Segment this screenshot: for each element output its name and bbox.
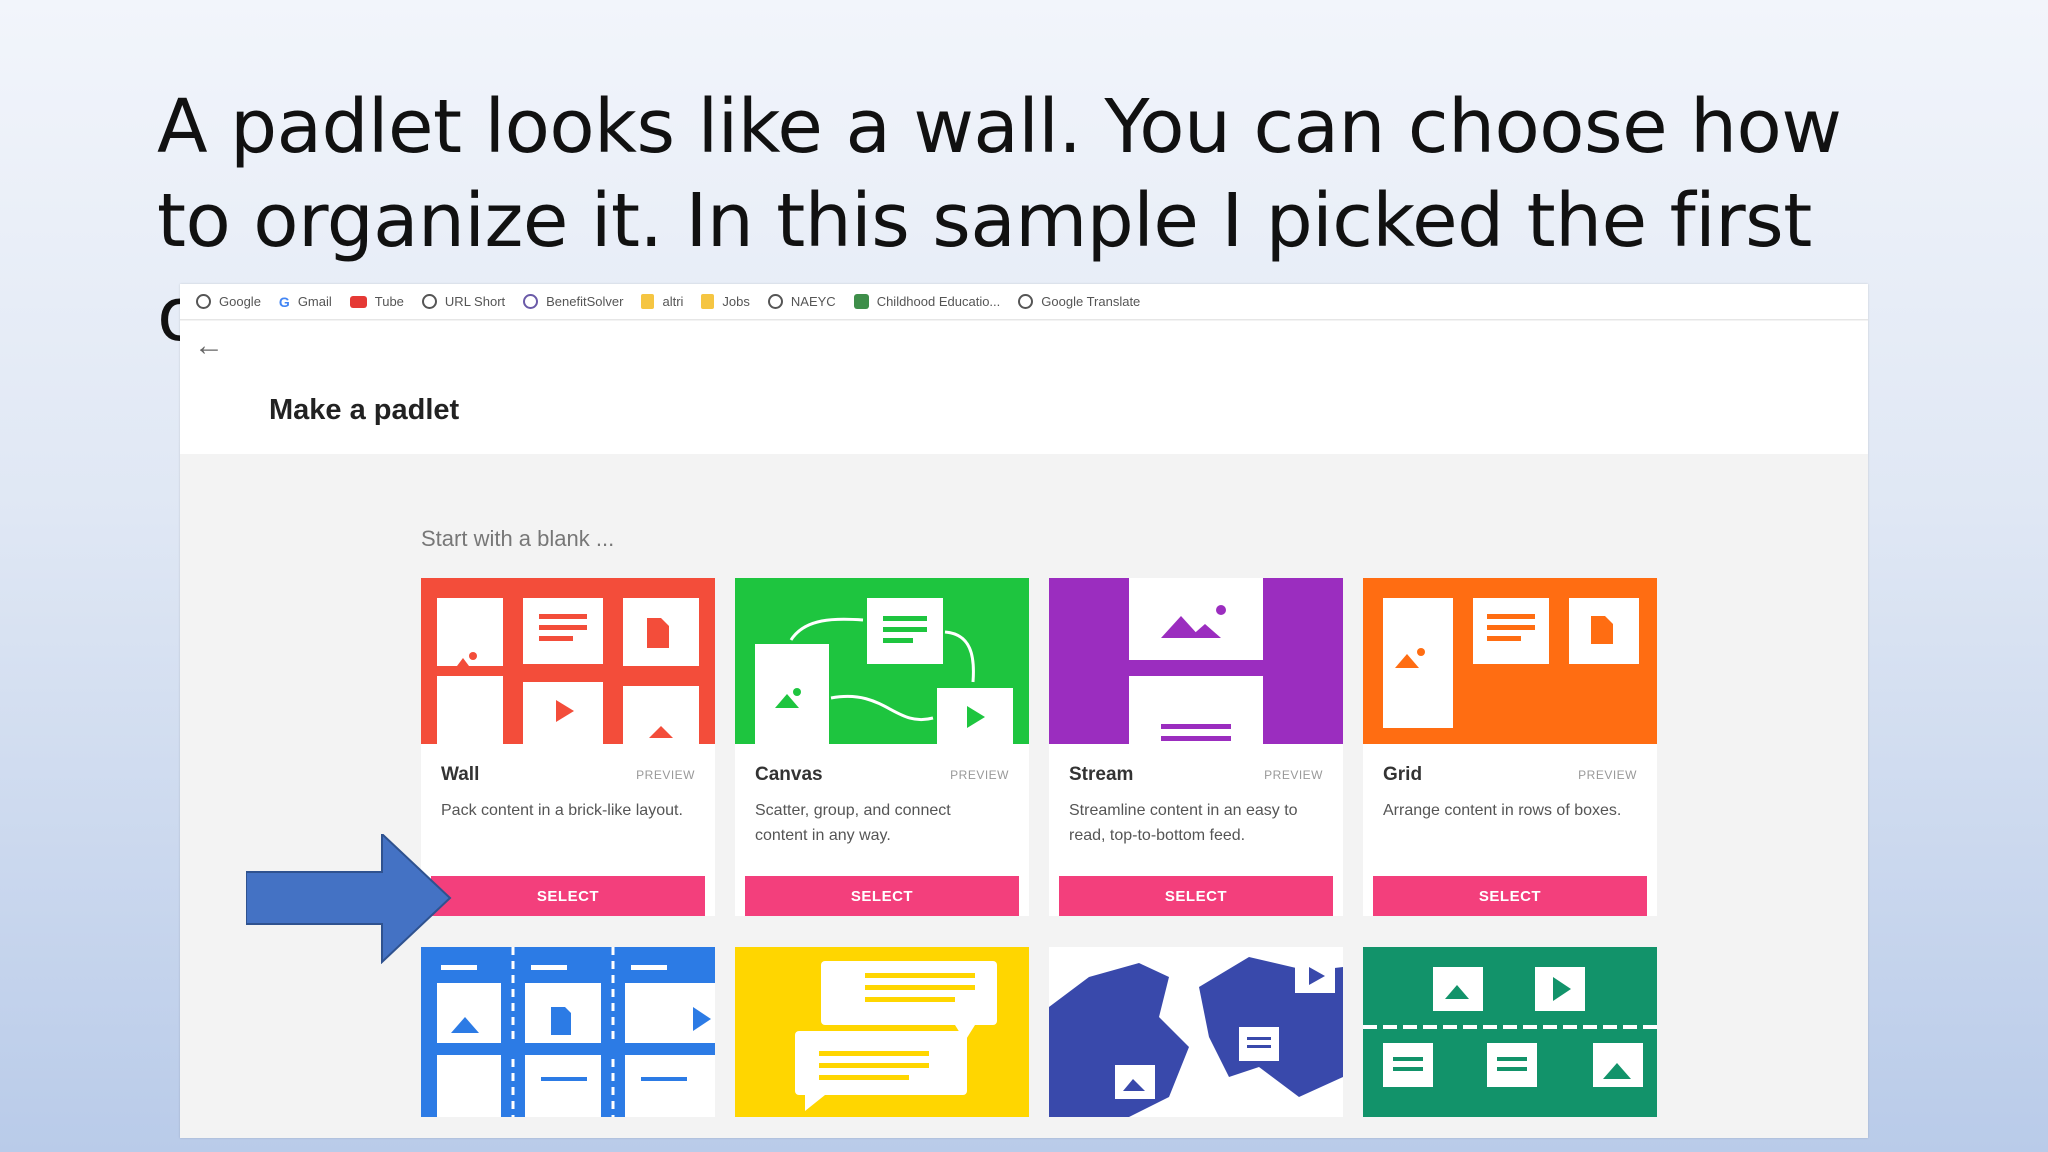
- preview-link[interactable]: PREVIEW: [950, 768, 1009, 782]
- bookmark-label: Childhood Educatio...: [876, 294, 1001, 309]
- select-grid-button[interactable]: SELECT: [1373, 876, 1647, 916]
- canvas-thumbnail: [735, 578, 1029, 744]
- card-map-thumbnail[interactable]: [1049, 947, 1343, 1117]
- bookmark-benefitsolver[interactable]: BenefitSolver: [523, 294, 623, 309]
- bookmark-altri[interactable]: altri: [641, 294, 683, 309]
- globe-icon: [196, 294, 211, 309]
- grid-thumbnail: [1363, 578, 1657, 744]
- card-name: Wall: [441, 764, 480, 785]
- page-header: ← Make a padlet: [180, 321, 1868, 454]
- bookmark-label: Gmail: [297, 294, 332, 309]
- select-wall-button[interactable]: SELECT: [431, 876, 705, 916]
- back-arrow-icon[interactable]: ←: [194, 329, 224, 363]
- card-description: Arrange content in rows of boxes.: [1383, 802, 1622, 819]
- preview-link[interactable]: PREVIEW: [1578, 768, 1637, 782]
- card-description: Scatter, group, and connect content in a…: [755, 802, 951, 844]
- bookmark-gmail[interactable]: G Gmail: [279, 294, 332, 310]
- card-shelf-thumbnail[interactable]: [421, 947, 715, 1117]
- bookmark-label: BenefitSolver: [546, 294, 624, 309]
- site-icon: [853, 294, 869, 309]
- bookmark-label: URL Short: [444, 294, 506, 309]
- card-description: Pack content in a brick-like layout.: [441, 802, 683, 819]
- bookmark-label: Jobs: [722, 294, 750, 309]
- card-name: Canvas: [755, 764, 823, 785]
- bookmark-tube[interactable]: Tube: [349, 294, 404, 309]
- annotation-arrow-icon: [246, 834, 452, 964]
- bookmarks-bar: Google G Gmail Tube URL Short BenefitSolv…: [180, 284, 1868, 320]
- card-description: Streamline content in an easy to read, t…: [1069, 802, 1298, 844]
- bookmark-google-translate[interactable]: Google Translate: [1018, 294, 1140, 309]
- padlet-screenshot: Google G Gmail Tube URL Short BenefitSolv…: [180, 284, 1868, 1138]
- globe-icon: [421, 294, 437, 309]
- bookmark-jobs[interactable]: Jobs: [701, 294, 750, 309]
- card-name: Stream: [1069, 764, 1134, 785]
- bookmark-label: Tube: [374, 294, 404, 309]
- bookmark-label: Google: [219, 294, 261, 309]
- card-stream[interactable]: Stream PREVIEW Streamline content in an …: [1049, 578, 1343, 916]
- select-stream-button[interactable]: SELECT: [1059, 876, 1333, 916]
- benefitsolver-icon: [523, 294, 539, 309]
- bookmark-label: Google Translate: [1041, 294, 1141, 309]
- wall-thumbnail: [421, 578, 715, 744]
- globe-icon: [1018, 294, 1034, 309]
- globe-icon: [767, 294, 783, 309]
- preview-link[interactable]: PREVIEW: [1264, 768, 1323, 782]
- bookmark-childhood-education[interactable]: Childhood Educatio...: [853, 294, 1001, 309]
- card-canvas[interactable]: Canvas PREVIEW Scatter, group, and conne…: [735, 578, 1029, 916]
- google-icon: G: [278, 293, 290, 310]
- page-title: Make a padlet: [269, 394, 460, 426]
- card-backchannel-thumbnail[interactable]: [735, 947, 1029, 1117]
- folder-icon: [641, 294, 655, 309]
- card-wall[interactable]: Wall PREVIEW Pack content in a brick-lik…: [421, 578, 715, 916]
- folder-icon: [701, 294, 715, 309]
- bookmark-label: NAEYC: [790, 294, 836, 309]
- card-name: Grid: [1383, 764, 1423, 785]
- youtube-icon: [349, 295, 367, 308]
- bookmark-label: altri: [662, 294, 684, 309]
- bookmark-naeyc[interactable]: NAEYC: [767, 294, 836, 309]
- preview-link[interactable]: PREVIEW: [636, 768, 695, 782]
- stream-thumbnail: [1049, 578, 1343, 744]
- section-subtitle: Start with a blank ...: [421, 526, 615, 551]
- bookmark-google[interactable]: Google: [196, 294, 261, 309]
- card-timeline-thumbnail[interactable]: [1363, 947, 1657, 1117]
- select-canvas-button[interactable]: SELECT: [745, 876, 1019, 916]
- bookmark-url-short[interactable]: URL Short: [421, 294, 506, 309]
- card-grid[interactable]: Grid PREVIEW Arrange content in rows of …: [1363, 578, 1657, 916]
